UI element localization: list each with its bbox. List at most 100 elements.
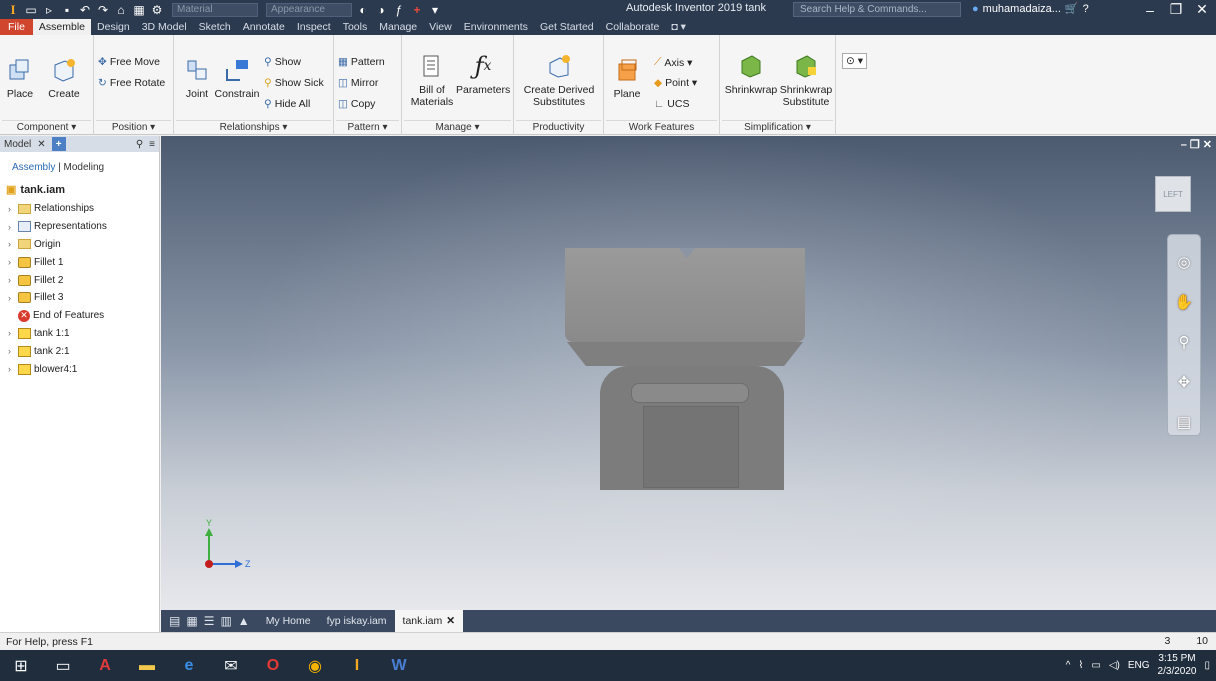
constrain-button[interactable]: Constrain	[214, 55, 260, 100]
place-button[interactable]: Place	[4, 55, 36, 100]
shrinkwrap-button[interactable]: Shrinkwrap	[724, 51, 778, 96]
tank-model-top[interactable]	[565, 248, 805, 342]
point-button[interactable]: ◆ Point ▾	[654, 77, 697, 89]
inventor-taskbar-icon[interactable]: I	[336, 650, 378, 681]
panel-component-label[interactable]: Component ▾	[0, 122, 93, 133]
pattern-button[interactable]: ▦ Pattern	[338, 56, 385, 68]
tab-manage[interactable]: Manage	[373, 19, 423, 35]
user-account[interactable]: ● muhamadaiza... 🛒 ?	[972, 2, 1089, 16]
redo-icon[interactable]: ↷	[96, 3, 110, 17]
vertical-icon[interactable]: ▥	[220, 614, 231, 628]
tab-get-started[interactable]: Get Started	[534, 19, 600, 35]
home-icon[interactable]: ⌂	[114, 3, 128, 17]
panel-manage-label[interactable]: Manage ▾	[402, 122, 513, 133]
opera-icon[interactable]: O	[252, 650, 294, 681]
horizontal-icon[interactable]: ☰	[204, 614, 215, 628]
pan-icon[interactable]: ✋	[1175, 293, 1194, 311]
tree-item-origin[interactable]: › Origin	[6, 236, 159, 254]
grid-icon[interactable]: ▦	[186, 614, 197, 628]
browser-menu-icon[interactable]: ≡	[149, 139, 155, 150]
browser-close-icon[interactable]: ✕	[37, 139, 45, 150]
browser-mode-modeling[interactable]: Modeling	[64, 162, 105, 173]
close-icon[interactable]: ✕	[1194, 1, 1210, 18]
parameters-button[interactable]: ƒx Parameters	[456, 51, 510, 96]
tab-annotate[interactable]: Annotate	[237, 19, 291, 35]
show-sick-button[interactable]: ⚲ Show Sick	[264, 77, 324, 89]
steering-wheel-icon[interactable]: ◎	[1177, 253, 1190, 271]
update-icon[interactable]: ⚙	[150, 3, 164, 17]
browser-tab-model[interactable]: Model	[4, 139, 31, 150]
free-move-button[interactable]: ✥ Free Move	[98, 56, 160, 68]
tank-model-taper[interactable]	[567, 342, 803, 366]
tab-inspect[interactable]: Inspect	[291, 19, 337, 35]
zoom-icon[interactable]: ⚲	[1179, 333, 1190, 351]
notifications-icon[interactable]: ▯	[1204, 660, 1210, 671]
tab-menu-icon[interactable]: ▲	[238, 614, 250, 628]
expand-icon[interactable]: ›	[8, 275, 15, 285]
tab-assemble[interactable]: Assemble	[32, 19, 92, 35]
expand-icon[interactable]: ›	[8, 328, 15, 338]
tab-collaborate[interactable]: Collaborate	[600, 19, 666, 35]
tree-item-end-of-features[interactable]: ✕ End of Features	[6, 307, 159, 325]
ribbon-options-icon[interactable]: ◘ ▾	[665, 19, 692, 35]
volume-icon[interactable]: ◁)	[1109, 660, 1120, 671]
tab-file[interactable]: File	[0, 19, 33, 35]
cart-icon[interactable]: 🛒	[1065, 2, 1079, 15]
tree-root[interactable]: ▣ tank.iam	[6, 183, 159, 197]
new-icon[interactable]: ▭	[24, 3, 38, 17]
tab-tools[interactable]: Tools	[337, 19, 374, 35]
minimize-icon[interactable]: –	[1142, 2, 1158, 18]
chrome-icon[interactable]: ◉	[294, 650, 336, 681]
tree-item-tank-1[interactable]: › tank 1:1	[6, 325, 159, 343]
tab-environments[interactable]: Environments	[458, 19, 534, 35]
mirror-button[interactable]: ◫ Mirror	[338, 77, 378, 89]
mail-icon[interactable]: ✉	[210, 650, 252, 681]
tab-sketch[interactable]: Sketch	[193, 19, 237, 35]
blower-model-bar[interactable]	[631, 383, 749, 403]
language-indicator[interactable]: ENG	[1128, 660, 1150, 671]
expand-icon[interactable]: ›	[8, 204, 15, 214]
clear-appearance-icon[interactable]: ◐	[356, 3, 370, 17]
network-icon[interactable]: ⌇	[1079, 660, 1084, 671]
tab-design[interactable]: Design	[91, 19, 136, 35]
clock[interactable]: 3:15 PM 2/3/2020	[1158, 652, 1197, 678]
tree-item-fillet-3[interactable]: › Fillet 3	[6, 289, 159, 307]
show-button[interactable]: ⚲ Show	[264, 56, 301, 68]
expand-icon[interactable]: ›	[8, 222, 15, 232]
hide-all-button[interactable]: ⚲ Hide All	[264, 98, 310, 110]
panel-simplification-label[interactable]: Simplification ▾	[720, 122, 835, 133]
adjust-icon[interactable]: ◑	[374, 3, 388, 17]
create-derived-substitutes-button[interactable]: Create Derived Substitutes	[518, 51, 600, 108]
tree-item-blower4[interactable]: › blower4:1	[6, 360, 159, 378]
tab-view[interactable]: View	[423, 19, 458, 35]
plane-button[interactable]: Plane	[610, 55, 644, 100]
close-icon[interactable]: ✕	[446, 615, 455, 627]
browser-add-icon[interactable]: +	[51, 137, 66, 151]
add-icon[interactable]: +	[410, 3, 424, 17]
ucs-button[interactable]: ∟ UCS	[654, 98, 689, 110]
word-icon[interactable]: W	[378, 650, 420, 681]
panel-relationships-label[interactable]: Relationships ▾	[174, 122, 333, 133]
fx-icon[interactable]: ƒ	[392, 3, 406, 17]
bill-of-materials-button[interactable]: Bill of Materials	[408, 51, 456, 108]
blower-model-panel[interactable]	[643, 406, 739, 488]
panel-position-label[interactable]: Position ▾	[94, 122, 173, 133]
customize-dropdown-icon[interactable]: ▾	[428, 3, 442, 17]
look-at-icon[interactable]: ▤	[1177, 413, 1191, 431]
expand-icon[interactable]: ›	[8, 364, 15, 374]
tree-item-representations[interactable]: › Representations	[6, 218, 159, 236]
axis-button[interactable]: ⟋ Axis ▾	[654, 56, 692, 69]
expand-icon[interactable]: ›	[8, 239, 15, 249]
copy-button[interactable]: ◫ Copy	[338, 98, 375, 110]
help-search-input[interactable]: Search Help & Commands...	[793, 2, 961, 17]
inventor-logo-icon[interactable]: I	[6, 2, 20, 17]
select-icon[interactable]: ▦	[132, 3, 146, 17]
tree-item-fillet-1[interactable]: › Fillet 1	[6, 253, 159, 271]
task-view-icon[interactable]: ▭	[42, 650, 84, 681]
viewport-window-controls[interactable]: – ❐ ✕	[1181, 138, 1212, 151]
tree-item-relationships[interactable]: › Relationships	[6, 200, 159, 218]
joint-button[interactable]: Joint	[182, 55, 212, 100]
expand-icon[interactable]: ›	[8, 346, 15, 356]
material-combo[interactable]: Material	[172, 2, 258, 17]
shrinkwrap-substitute-button[interactable]: Shrinkwrap Substitute	[778, 51, 834, 108]
